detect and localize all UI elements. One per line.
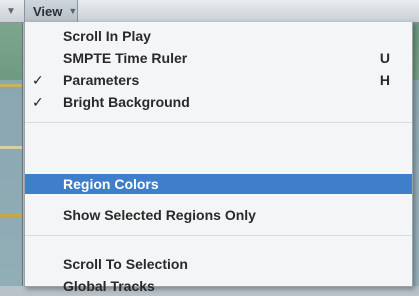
menu-item-region-colors[interactable]: Region Colors — [25, 174, 412, 194]
track-stripe — [0, 214, 22, 217]
menu-item-global-tracks[interactable]: Global Tracks — [25, 276, 412, 296]
track-stripe — [0, 146, 22, 149]
view-dropdown-menu: Scroll In Play SMPTE Time Ruler U ✓ Para… — [24, 22, 413, 294]
menu-item-label: Show Selected Regions Only — [63, 207, 256, 223]
view-menu-label: View — [33, 3, 63, 19]
menu-item-parameters[interactable]: ✓ Parameters H — [25, 70, 412, 90]
chevron-down-icon[interactable]: ▼ — [6, 6, 16, 17]
checkmark-icon: ✓ — [32, 71, 44, 88]
menu-separator — [25, 122, 412, 123]
menu-item-label: SMPTE Time Ruler — [63, 50, 188, 66]
menu-separator — [25, 235, 412, 236]
view-menu-button[interactable]: View ▼ — [24, 0, 78, 22]
menu-item-scroll-to-selection[interactable]: Scroll To Selection — [25, 254, 412, 274]
background-app-left-panel — [0, 0, 23, 286]
menu-item-label: Bright Background — [63, 94, 190, 110]
menu-item-smpte-time-ruler[interactable]: SMPTE Time Ruler U — [25, 48, 412, 68]
menu-item-label: Parameters — [63, 72, 140, 88]
menu-item-shortcut: U — [379, 50, 390, 66]
menu-item-show-selected-regions-only[interactable]: Show Selected Regions Only — [25, 205, 412, 225]
chevron-down-icon: ▼ — [68, 6, 78, 16]
menu-item-label: Scroll To Selection — [63, 256, 188, 272]
menu-item-scroll-in-play[interactable]: Scroll In Play — [25, 26, 412, 46]
menu-bar: ▼ View ▼ — [0, 0, 419, 23]
menu-item-label: Region Colors — [63, 176, 159, 192]
track-stripe — [0, 84, 22, 87]
menu-item-bright-background[interactable]: ✓ Bright Background — [25, 92, 412, 112]
menu-item-shortcut: H — [379, 72, 390, 88]
menu-item-label: Global Tracks — [63, 278, 155, 294]
checkmark-icon: ✓ — [32, 93, 44, 110]
menu-item-label: Scroll In Play — [63, 28, 151, 44]
